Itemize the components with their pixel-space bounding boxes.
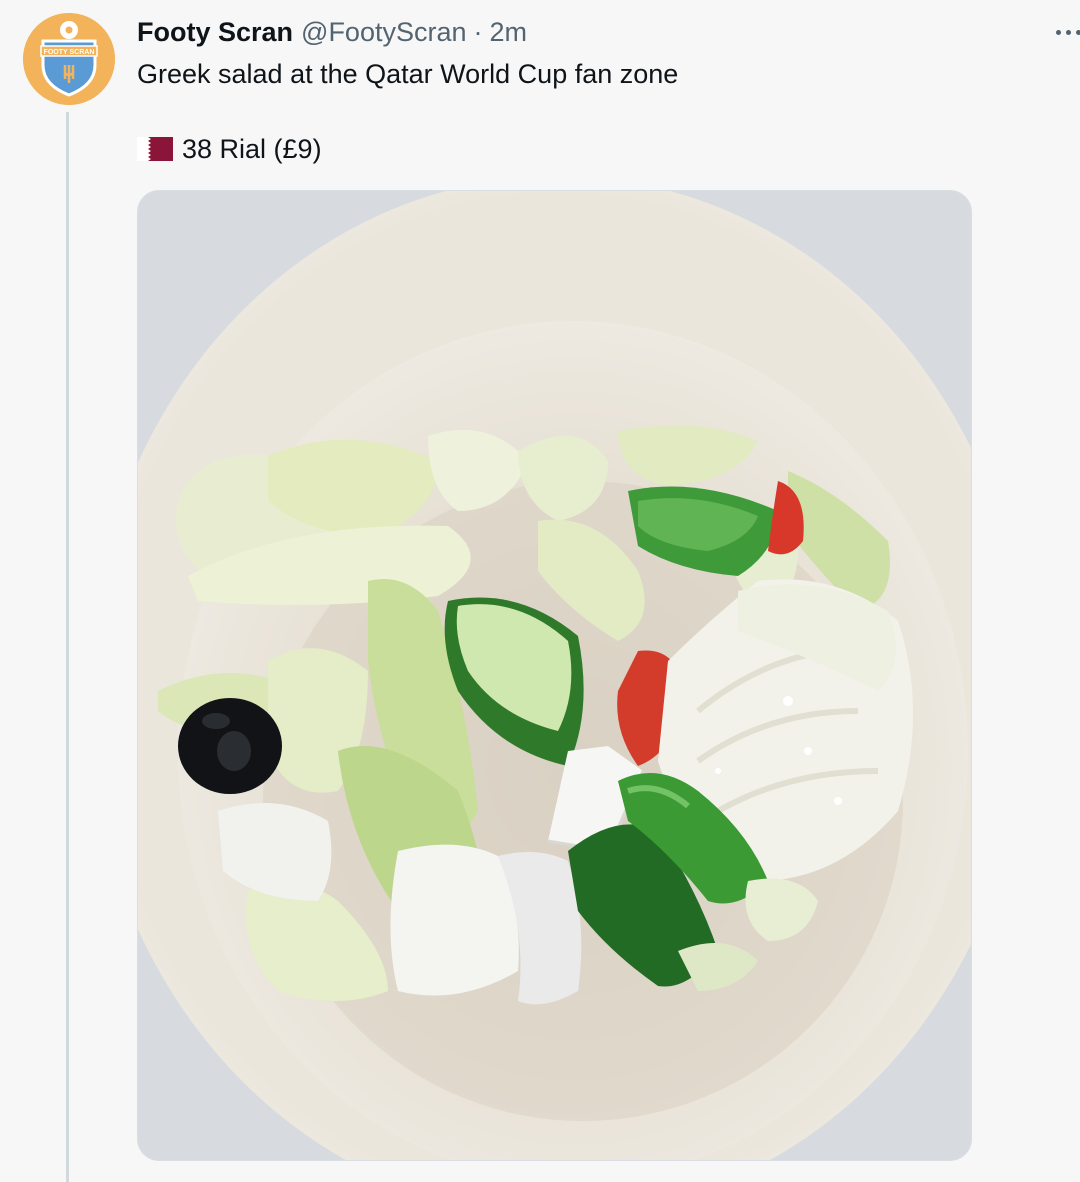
footy-scran-logo-icon: FOOTY SCRAN: [23, 13, 115, 105]
salad-photo[interactable]: [137, 190, 972, 1161]
avatar[interactable]: FOOTY SCRAN: [23, 13, 115, 105]
salad-bowl-image: [138, 191, 971, 1160]
tweet: FOOTY SCRAN Footy Scran @FootyScran · 2m…: [0, 0, 1080, 1182]
price-text: 38 Rial (£9): [182, 134, 322, 164]
qatar-flag-icon: [137, 137, 173, 161]
tweet-header: Footy Scran @FootyScran · 2m: [137, 14, 527, 50]
user-handle[interactable]: @FootyScran: [301, 14, 466, 50]
price-line: 38 Rial (£9): [137, 131, 322, 167]
svg-text:FOOTY SCRAN: FOOTY SCRAN: [44, 49, 95, 56]
display-name[interactable]: Footy Scran: [137, 14, 293, 50]
separator-dot: ·: [473, 17, 483, 47]
more-options-icon[interactable]: [1054, 22, 1080, 42]
thread-line: [66, 112, 69, 1182]
tweet-text: Greek salad at the Qatar World Cup fan z…: [137, 59, 679, 89]
timestamp[interactable]: 2m: [490, 14, 528, 50]
